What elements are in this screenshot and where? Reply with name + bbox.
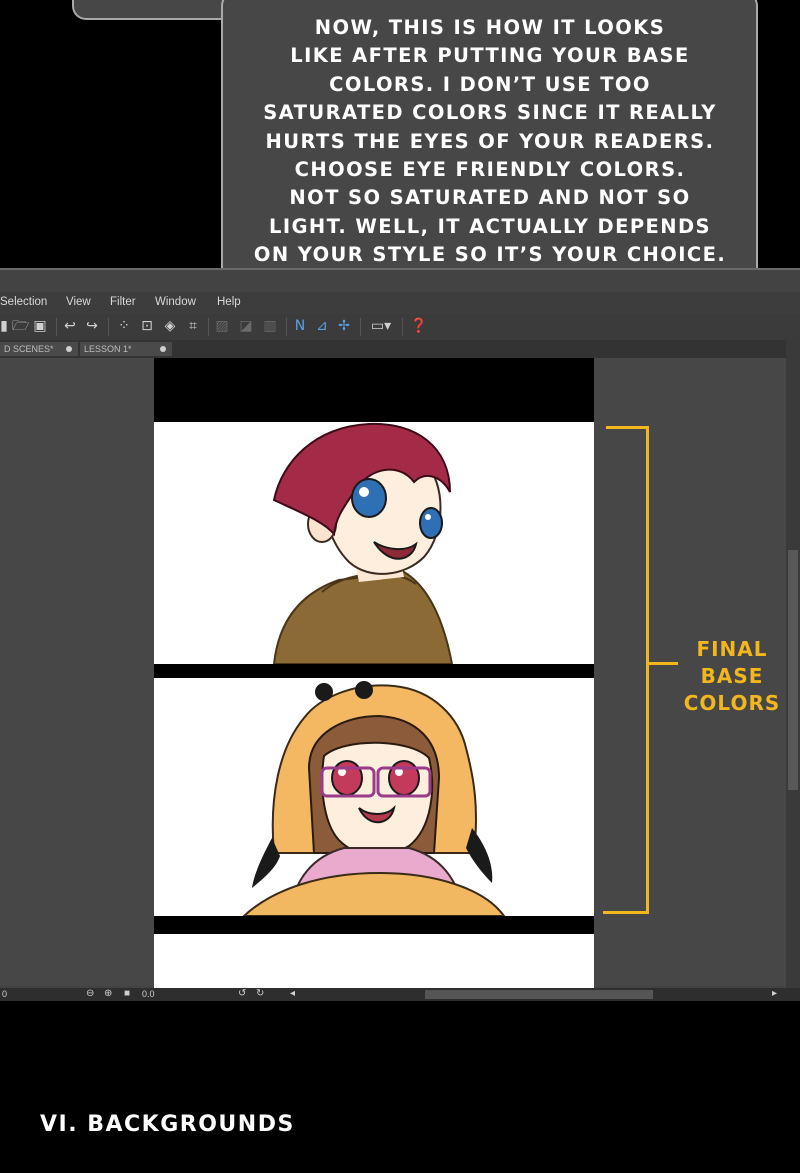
bubble-line: NOT SO SATURATED AND NOT SO: [289, 186, 691, 210]
panel-boy: [154, 422, 594, 664]
bubble-line: LIKE AFTER PUTTING YOUR BASE: [290, 44, 690, 68]
toolbar: ▮ 🗁 ▣ ↩ ↪ ⁘ ⊡ ◈ ⌗ ▨ ◪ ▥ N ⊿ ✢ ▭▾ ❓: [0, 314, 800, 340]
fit-icon[interactable]: ■: [124, 988, 130, 999]
fill-icon[interactable]: ◪: [238, 318, 254, 334]
menu-selection[interactable]: Selection: [0, 296, 47, 308]
selection-dots-icon[interactable]: ⁘: [116, 318, 132, 334]
scroll-left-icon[interactable]: ◂: [290, 988, 295, 999]
tab-lesson-1[interactable]: LESSON 1*: [80, 342, 172, 356]
display-mode-icon[interactable]: ▭▾: [368, 318, 394, 334]
open-folder-icon[interactable]: 🗁: [12, 318, 29, 334]
bubble-line: ON YOUR STYLE SO IT’S YOUR CHOICE.: [253, 243, 727, 267]
bubble-line: CHOOSE EYE FRIENDLY COLORS.: [294, 158, 686, 182]
zoom-out-icon[interactable]: ⊖: [86, 988, 94, 999]
bubble-line: HURTS THE EYES OF YOUR READERS.: [265, 129, 715, 153]
tab-close-icon[interactable]: [66, 346, 72, 352]
boy-illustration: [272, 422, 454, 664]
bubble-line: COLORS. I DON’T USE TOO: [329, 72, 651, 96]
status-bar: 0 ⊖ ⊕ ■ 0.0 ↺ ↻ ◂ ▸: [0, 988, 800, 1001]
transform-icon[interactable]: ⊡: [139, 318, 155, 334]
panel-empty: [154, 934, 594, 988]
speech-bubble-text: NOW, THIS IS HOW IT LOOKS LIKE AFTER PUT…: [240, 14, 740, 270]
menu-filter[interactable]: Filter: [110, 296, 136, 308]
menu-help[interactable]: Help: [217, 296, 241, 308]
menu-window[interactable]: Window: [155, 296, 196, 308]
tab-bar: D SCENES* LESSON 1*: [0, 340, 800, 358]
ruler-n-icon[interactable]: N: [292, 318, 308, 334]
layer-icon[interactable]: ▥: [262, 318, 278, 334]
tab-scenes[interactable]: D SCENES*: [0, 342, 78, 356]
zoom-value: 0.0: [142, 989, 155, 999]
bubble-line: LIGHT. WELL, IT ACTUALLY DEPENDS: [269, 214, 711, 238]
redo-icon[interactable]: ↪: [84, 318, 100, 334]
bracket-line: [646, 426, 649, 914]
bracket-bottom: [603, 911, 648, 914]
undo-icon[interactable]: ↩: [62, 318, 78, 334]
menu-bar: Selection View Filter Window Help: [0, 292, 800, 314]
zoom-in-icon[interactable]: ⊕: [104, 988, 112, 999]
manga-page-canvas[interactable]: [154, 358, 594, 988]
annotation-line: FINAL: [696, 637, 768, 661]
tab-label: D SCENES*: [4, 344, 54, 354]
bracket-top: [606, 426, 648, 429]
ruler-icon[interactable]: ⊿: [314, 318, 330, 334]
annotation-line: BASE: [700, 664, 764, 688]
horizontal-scroll-thumb[interactable]: [425, 990, 653, 999]
rotate-right-icon[interactable]: ↻: [256, 988, 264, 999]
save-icon[interactable]: ▣: [32, 318, 48, 334]
help-icon[interactable]: ❓: [410, 318, 428, 334]
status-left-value: 0: [2, 989, 8, 999]
scroll-right-icon[interactable]: ▸: [772, 988, 777, 999]
snap-icon[interactable]: ✢: [336, 318, 352, 334]
annotation-label: FINAL BASE COLORS: [672, 636, 792, 717]
tab-label: LESSON 1*: [84, 344, 132, 354]
clear-icon[interactable]: ▨: [214, 318, 230, 334]
girl-illustration: [242, 681, 506, 916]
bubble-line: NOW, THIS IS HOW IT LOOKS: [314, 16, 666, 39]
fill-bucket-icon[interactable]: ◈: [162, 318, 178, 334]
bubble-line: SATURATED COLORS SINCE IT REALLY: [263, 101, 717, 125]
panel-girl: [154, 678, 594, 916]
tab-close-icon[interactable]: [160, 346, 166, 352]
scale-icon[interactable]: ⌗: [185, 318, 201, 334]
annotation-line: COLORS: [683, 691, 781, 715]
section-heading: VI. BACKGROUNDS: [40, 1112, 295, 1137]
new-file-icon[interactable]: ▮: [0, 318, 8, 334]
rotate-left-icon[interactable]: ↺: [238, 988, 246, 999]
menu-view[interactable]: View: [66, 296, 91, 308]
